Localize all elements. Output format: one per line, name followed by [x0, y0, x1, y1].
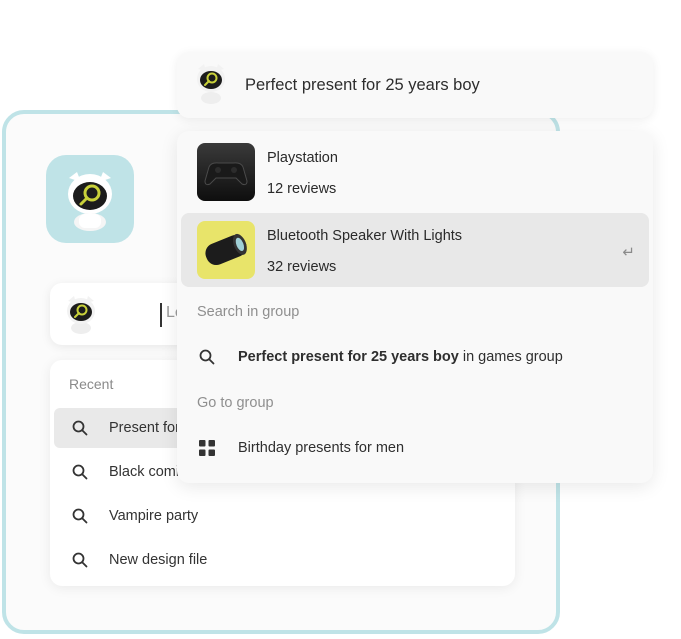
query-input[interactable]: Perfect present for 25 years boy: [245, 76, 480, 95]
recent-item-label: New design file: [109, 552, 208, 568]
recent-item-label: Black comi: [109, 464, 180, 480]
search-icon: [199, 349, 215, 365]
search-icon: [72, 508, 88, 524]
gamepad-thumbnail: [197, 143, 255, 201]
search-in-group-label: Perfect present for 25 years boy in game…: [238, 349, 563, 365]
search-in-group-suffix: in games group: [458, 349, 563, 365]
product-name: Bluetooth Speaker With Lights: [267, 228, 463, 244]
text-caret: [160, 303, 162, 327]
search-icon: [72, 552, 88, 568]
results-dropdown: Playstation 12 reviews Bluetooth Speaker…: [177, 131, 653, 483]
group-name: Birthday presents for men: [238, 440, 405, 456]
product-reviews: 32 reviews: [267, 259, 337, 275]
mascot-search-icon: [67, 296, 95, 334]
app-logo: [46, 155, 134, 243]
recent-item[interactable]: Vampire party: [54, 496, 511, 536]
go-to-group-title: Go to group: [197, 395, 274, 411]
recent-item[interactable]: New design file: [54, 540, 511, 580]
recent-item-label: Vampire party: [109, 508, 199, 524]
recent-item-label: Present for: [109, 420, 180, 436]
mascot-search-icon: [197, 64, 225, 104]
mascot-logo-icon: [68, 172, 112, 231]
product-reviews: 12 reviews: [267, 181, 337, 197]
search-icon: [72, 464, 88, 480]
grid-icon: [199, 440, 215, 456]
go-to-group-row[interactable]: Birthday presents for men: [181, 428, 649, 468]
product-result-speaker[interactable]: Bluetooth Speaker With Lights 32 reviews…: [181, 213, 649, 287]
enter-icon: ↵: [622, 244, 635, 261]
speaker-thumbnail: [197, 221, 255, 279]
search-icon: [72, 420, 88, 436]
product-name: Playstation: [267, 150, 338, 166]
search-query-bold: Perfect present for 25 years boy: [238, 349, 459, 365]
search-in-group-row[interactable]: Perfect present for 25 years boy in game…: [181, 337, 649, 377]
query-bar[interactable]: Perfect present for 25 years boy: [177, 52, 653, 118]
search-in-group-title: Search in group: [197, 304, 300, 320]
recent-title: Recent: [69, 376, 114, 392]
product-result-playstation[interactable]: Playstation 12 reviews: [181, 135, 649, 209]
